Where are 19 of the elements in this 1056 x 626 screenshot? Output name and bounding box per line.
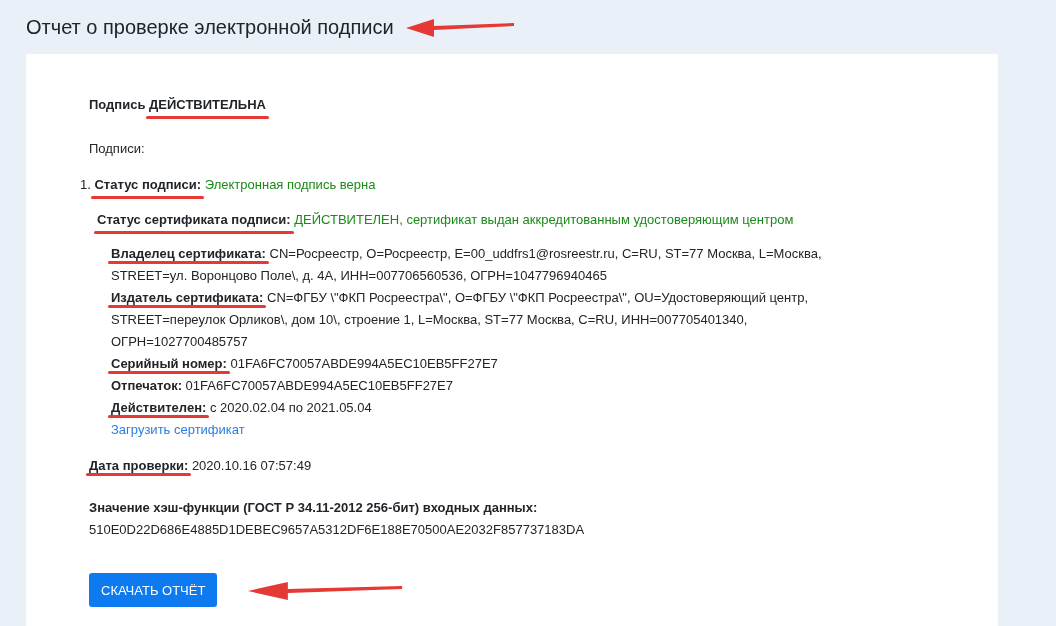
detail-line: Издатель сертификата: CN=ФГБУ \"ФКП Росреестра\", O=ФГБУ \"ФКП Росреестра\", OU=Удостоверяющий центр, STREET=переулок Орликов\, дом 10\, строение 1, L=Москва, ST=77 Москва, C=RU, ИНН=007705401340, ОГРН=1027700485757	[111, 289, 810, 351]
hash-label: Значение хэш-функции (ГОСТ Р 34.11-2012 256-бит) входных данных:	[89, 499, 539, 517]
detail-line: Серийный номер: 01FA6FC70057ABDE994A5EC10EB5FF27E7	[111, 355, 499, 373]
field-label: Статус сертификата подписи:	[97, 212, 291, 227]
field-value: ДЕЙСТВИТЕЛЕН, сертификат выдан аккредитованным удостоверяющим центром	[294, 212, 794, 227]
field-label: Статус подписи:	[94, 177, 202, 192]
field-value: Электронная подпись верна	[204, 177, 376, 192]
signatures-heading: Подписи:	[89, 140, 146, 158]
download-report-button[interactable]: СКАЧАТЬ ОТЧЁТ	[89, 573, 218, 607]
list-number: 1.	[80, 177, 91, 192]
detail-line: Действителен: с 2020.02.04 по 2021.05.04	[111, 399, 373, 417]
verdict-label: Подпись	[89, 97, 146, 112]
hash-value: 510E0D22D686E4885D1DEBEC9657A5312DF6E188E70500AE2032F857737183DA	[89, 521, 586, 539]
detail-line: Владелец сертификата: CN=Росреестр, O=Росреестр, E=00_uddfrs1@rosreestr.ru, C=RU, ST=77 Москва, L=Москва, STREET=ул. Воронцово Поле\, д. 4А, ИНН=007706560536, ОГРН=1047796940465	[111, 245, 823, 285]
check-date-line: Дата проверки: 2020.10.16 07:57:49	[89, 457, 313, 475]
verdict-value: ДЕЙСТВИТЕЛЬНА	[149, 97, 266, 112]
detail-line: Отпечаток: 01FA6FC70057ABDE994A5EC10EB5FF27E7	[111, 377, 454, 395]
page-title: Отчет о проверке электронной подписи	[26, 15, 394, 39]
download-certificate-link[interactable]: Загрузить сертификат	[111, 422, 245, 437]
